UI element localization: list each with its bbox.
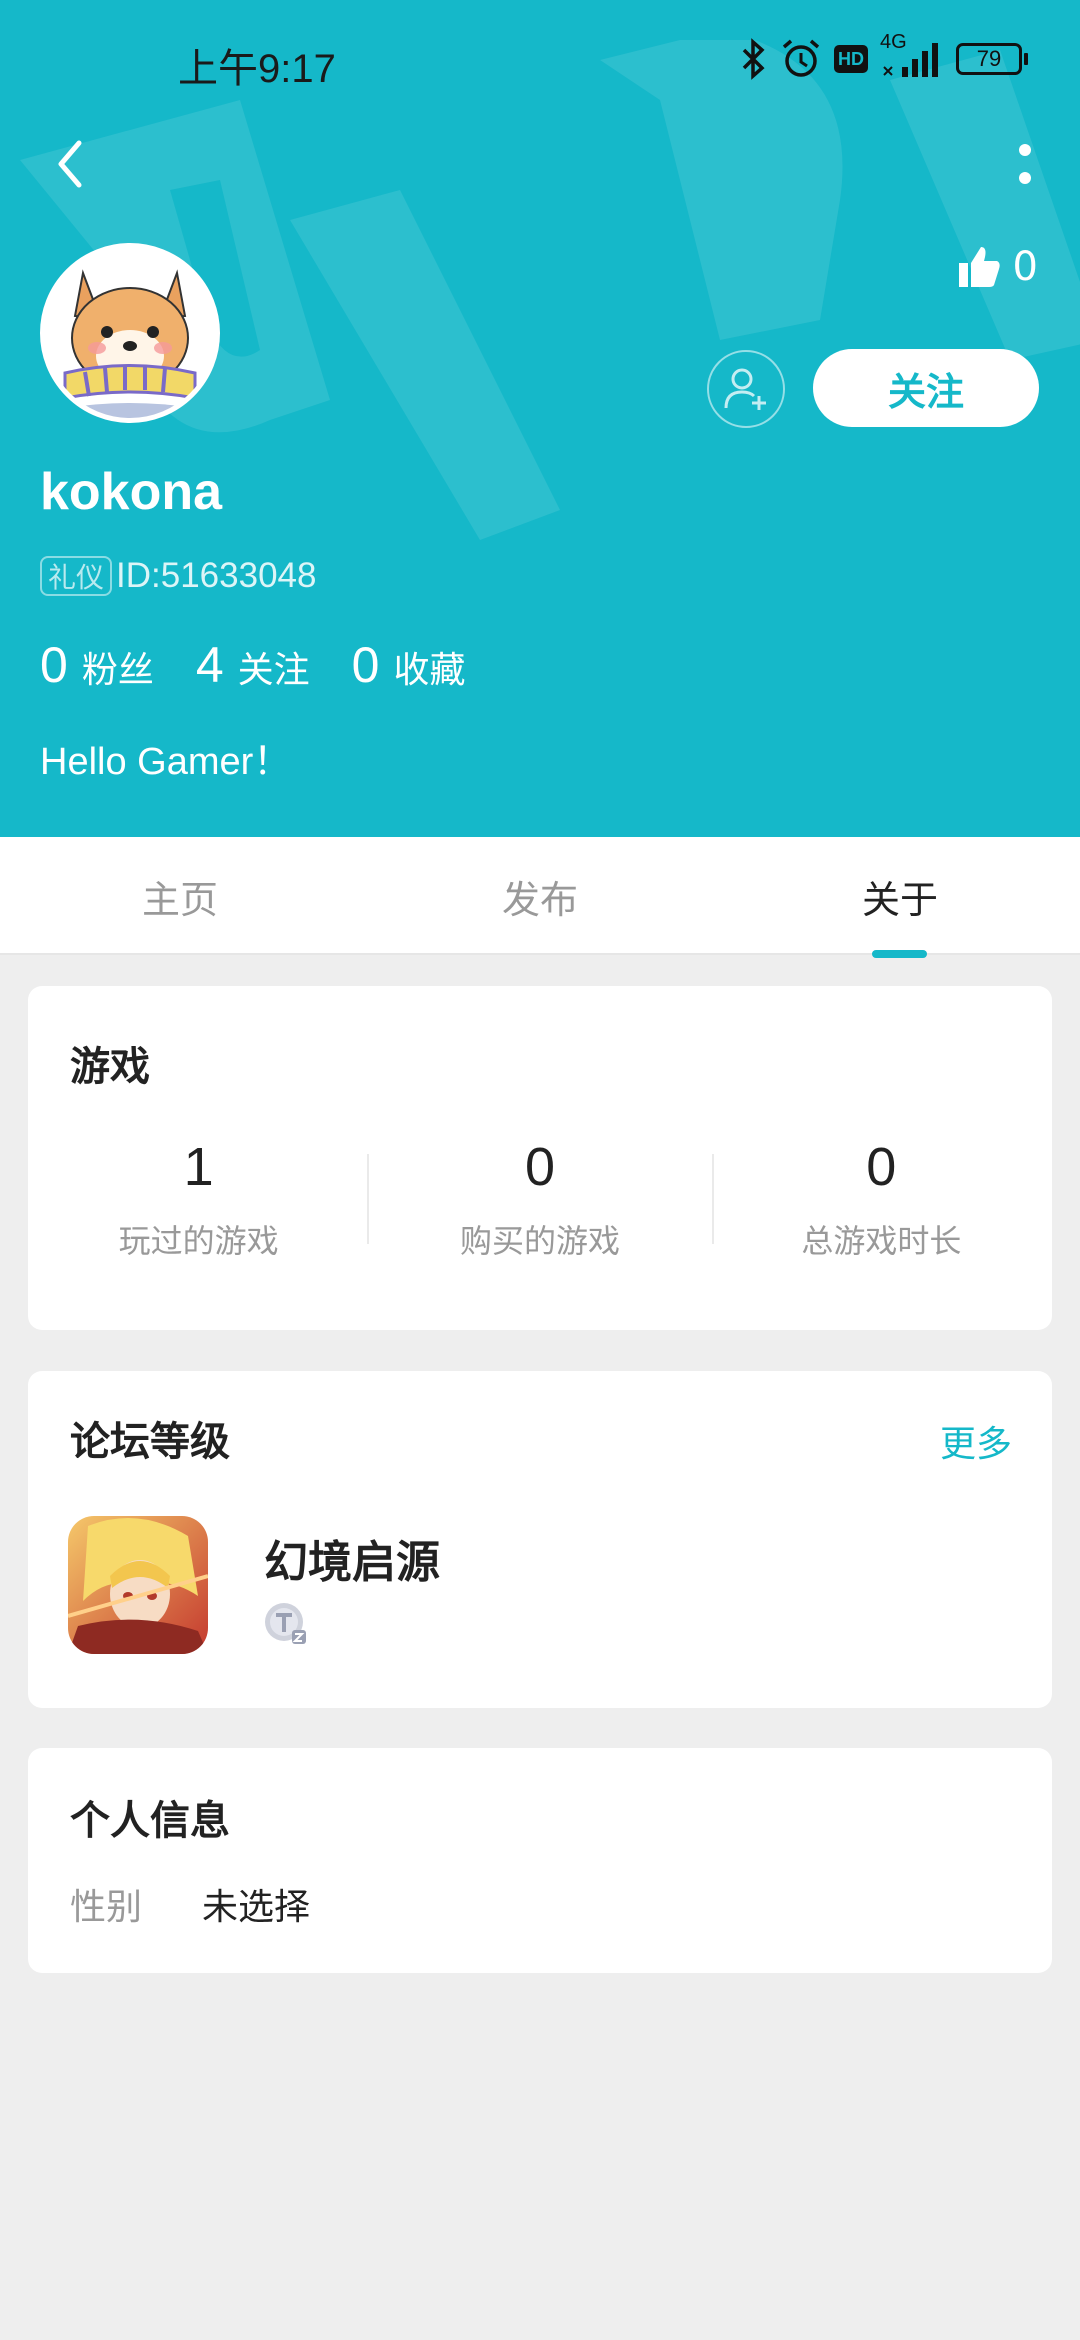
hd-icon: HD [834, 45, 868, 73]
status-time: 上午9:17 [178, 47, 336, 91]
active-tab-indicator [872, 950, 927, 958]
stat-label: 收藏 [393, 650, 466, 691]
more-vertical-icon [1019, 144, 1031, 184]
stat-favorites[interactable]: 0 收藏 [352, 636, 466, 694]
follow-button[interactable]: 关注 [813, 349, 1039, 427]
stat-label: 玩过的游戏 [118, 1222, 279, 1260]
gender-row: 性别 未选择 [70, 1878, 310, 1930]
divider [712, 1154, 714, 1244]
gender-value: 未选择 [202, 1887, 311, 1928]
battery-icon: 79 [956, 43, 1028, 75]
profile-stats: 0 粉丝 4 关注 0 收藏 [40, 636, 507, 694]
signal-icon: 4G [880, 31, 944, 81]
stat-fans[interactable]: 0 粉丝 [40, 636, 154, 694]
info-card-title: 个人信息 [70, 1798, 230, 1844]
battery-level: 79 [976, 46, 1002, 71]
stat-number: 4 [195, 637, 224, 693]
total-playtime-stat[interactable]: 0 总游戏时长 [711, 1136, 1052, 1266]
stat-number: 0 [40, 637, 68, 693]
profile-tabs: 主页 发布 关于 [0, 837, 1080, 955]
top-nav [0, 130, 1080, 200]
games-card-title: 游戏 [70, 1044, 150, 1090]
level-badge [264, 1602, 308, 1650]
user-plus-icon [724, 368, 766, 410]
forum-level-card: 论坛等级 更多 幻境启源 [28, 1371, 1052, 1708]
game-character-image [68, 1516, 208, 1654]
stat-label: 总游戏时长 [801, 1222, 962, 1260]
shiba-avatar-image [45, 248, 215, 418]
stat-number: 0 [351, 637, 380, 693]
avatar[interactable] [40, 243, 220, 423]
game-icon [68, 1516, 208, 1654]
stat-label: 关注 [237, 650, 310, 691]
more-link[interactable]: 更多 [940, 1415, 1012, 1467]
personal-info-card: 个人信息 性别 未选择 [28, 1748, 1052, 1973]
user-bio: Hello Gamer！ [40, 741, 292, 783]
add-friend-button[interactable] [707, 350, 785, 428]
bluetooth-icon [742, 38, 765, 80]
status-icons: HD 4G 79 [738, 31, 1028, 84]
stat-number: 0 [524, 1137, 556, 1197]
games-card: 游戏 1 玩过的游戏 0 购买的游戏 0 总游戏时长 [28, 986, 1052, 1330]
divider [367, 1154, 369, 1244]
status-bar: 上午9:17 HD 4G 79 [0, 0, 1080, 120]
user-id: ID:51633048 [116, 556, 317, 595]
back-button[interactable] [40, 134, 100, 194]
stat-label: 粉丝 [81, 650, 154, 691]
profile-header: 上午9:17 HD 4G 79 0 关注 kokona 礼仪 ID:516330… [0, 0, 1080, 837]
likes[interactable]: 0 [957, 244, 1038, 290]
chevron-left-icon [58, 140, 82, 188]
user-id-row: 礼仪 ID:51633048 [40, 556, 316, 596]
stat-label: 购买的游戏 [459, 1222, 620, 1260]
tab-about[interactable]: 关于 [800, 869, 1000, 924]
game-name: 幻境启源 [264, 1537, 440, 1588]
stat-number: 0 [866, 1137, 897, 1197]
likes-count: 0 [1012, 244, 1038, 290]
forum-item[interactable]: 幻境启源 [68, 1516, 1008, 1656]
tab-home[interactable]: 主页 [80, 869, 280, 924]
alarm-icon [782, 39, 820, 77]
played-games-stat[interactable]: 1 玩过的游戏 [28, 1136, 369, 1266]
username: kokona [40, 463, 223, 521]
forum-card-title: 论坛等级 [70, 1419, 230, 1465]
more-options-button[interactable] [1000, 134, 1050, 194]
gender-label: 性别 [70, 1887, 143, 1928]
stat-number: 1 [183, 1137, 214, 1197]
purchased-games-stat[interactable]: 0 购买的游戏 [369, 1136, 710, 1266]
user-tag-badge: 礼仪 [40, 556, 113, 596]
game-stats: 1 玩过的游戏 0 购买的游戏 0 总游戏时长 [28, 1136, 1052, 1266]
tab-posts[interactable]: 发布 [440, 869, 640, 924]
stat-following[interactable]: 4 关注 [196, 636, 310, 694]
level-badge-icon [265, 1603, 306, 1644]
thumbs-up-icon [958, 247, 1000, 287]
